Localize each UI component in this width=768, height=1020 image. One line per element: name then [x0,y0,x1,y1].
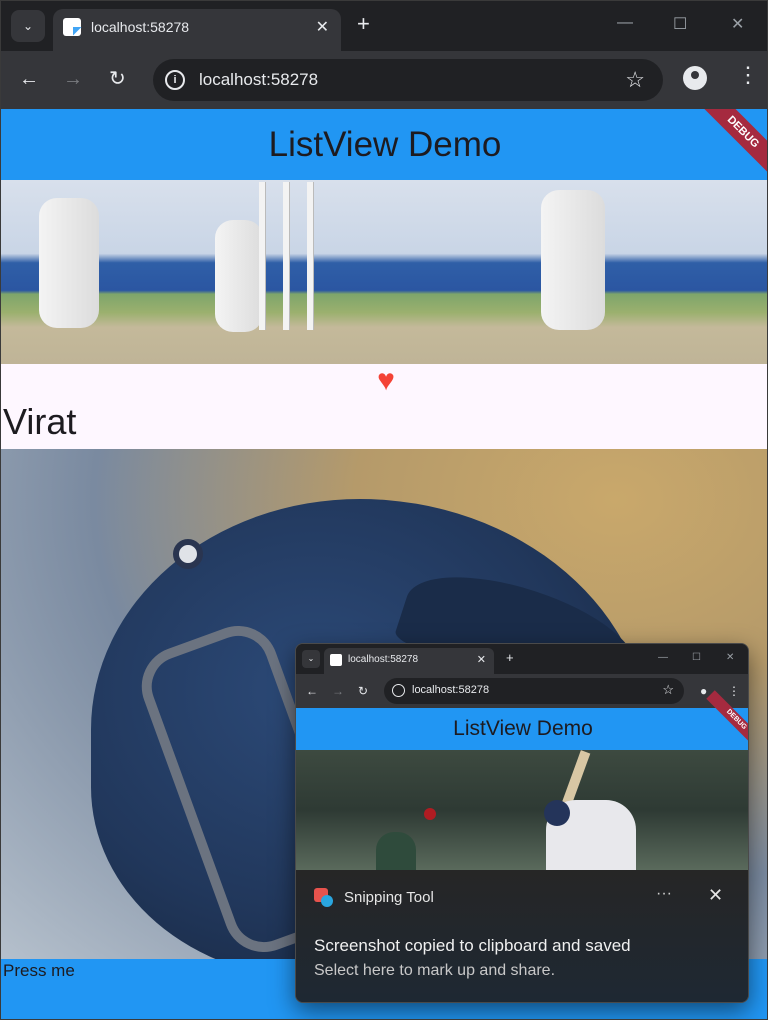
profile-avatar-icon[interactable] [683,66,707,90]
active-tab[interactable]: localhost:58278 ✕ [53,9,341,51]
preview-chevron-down-icon: ⌄ [302,650,320,668]
preview-close-icon: ✕ [476,654,486,666]
close-notification-icon[interactable]: ✕ [708,885,723,906]
browser-menu-icon[interactable]: ⋮ [737,64,759,86]
preview-flutter-favicon-icon [330,654,342,666]
preview-tab-title: localhost:58278 [348,654,419,665]
batting-pad-image [541,190,605,330]
tab-title: localhost:58278 [91,19,190,35]
tab-search-button[interactable]: ⌄ [11,10,45,42]
preview-star-icon: ☆ [662,682,674,697]
preview-app-bar: ListView Demo DEBUG [296,690,748,750]
toast-body[interactable]: Snipping Tool ··· ✕ Screenshot copied to… [296,870,748,1002]
site-info-icon[interactable]: i [165,70,185,90]
new-tab-button[interactable]: + [357,12,370,36]
stump-image [259,182,266,330]
browser-window: ⌄ localhost:58278 ✕ + — ☐ ✕ ← → ↻ i loca… [0,0,768,1020]
preview-menu-icon: ⋮ [728,684,740,698]
preview-batting-image [296,750,748,870]
list-item-title: Virat [3,401,77,442]
preview-keeper-shape [376,832,416,870]
app-bar: ListView Demo DEBUG [1,109,767,183]
flutter-favicon-icon [63,18,81,36]
stump-image [283,182,290,330]
preview-new-tab-icon: + [506,650,514,665]
helmet-vent-shape [173,539,203,569]
toast-message-title: Screenshot copied to clipboard and saved [314,936,631,955]
preview-app-title: ListView Demo [453,717,593,740]
reload-button[interactable]: ↻ [109,67,126,91]
preview-ball-shape [424,808,436,820]
cricket-stumps-image [1,180,767,364]
snipping-tool-notification[interactable]: ⌄ localhost:58278 ✕ + — ☐ ✕ ← → ↻ localh… [295,643,749,1003]
press-me-label[interactable]: Press me [3,961,75,981]
more-options-icon[interactable]: ··· [656,885,672,903]
stump-image [307,182,314,330]
batting-pad-image [39,198,99,328]
preview-reload-icon: ↻ [358,684,369,698]
preview-helmet-shape [544,800,570,826]
preview-address-bar: localhost:58278 ☆ [384,678,684,704]
preview-tab: localhost:58278 ✕ [324,648,494,674]
address-bar[interactable]: i localhost:58278 ☆ [153,59,663,101]
preview-info-icon [392,684,405,697]
preview-forward-icon: → [332,684,344,698]
back-button[interactable]: ← [19,67,39,91]
batting-pad-image [215,220,263,332]
preview-close-window-icon: ✕ [726,652,735,663]
toast-message-body: Select here to mark up and share. [314,962,556,979]
preview-toolbar: ← → ↻ localhost:58278 ☆ ● ⋮ [296,674,748,708]
tab-close-icon[interactable]: ✕ [316,17,329,37]
snipping-tool-icon [314,888,334,908]
preview-url: localhost:58278 [412,684,490,696]
forward-button[interactable]: → [63,67,83,91]
url-text[interactable]: localhost:58278 [199,70,318,90]
chevron-down-icon: ⌄ [22,19,34,33]
maximize-button[interactable]: ☐ [673,14,687,34]
toast-app-name: Snipping Tool [344,889,434,906]
heart-icon[interactable]: ♥ [371,366,401,396]
minimize-button[interactable]: — [617,14,633,32]
browser-toolbar: ← → ↻ i localhost:58278 ☆ [1,51,767,109]
preview-tab-strip: ⌄ localhost:58278 ✕ + — ☐ ✕ [296,644,748,674]
preview-profile-icon: ● [700,684,708,698]
preview-back-icon: ← [306,684,318,698]
preview-maximize-icon: ☐ [692,652,701,663]
window-close-button[interactable]: ✕ [731,14,744,34]
tab-strip: ⌄ localhost:58278 ✕ + — ☐ ✕ [1,1,767,51]
app-bar-title: ListView Demo [268,125,502,164]
preview-minimize-icon: — [658,652,668,663]
bookmark-star-icon[interactable]: ☆ [625,67,645,93]
